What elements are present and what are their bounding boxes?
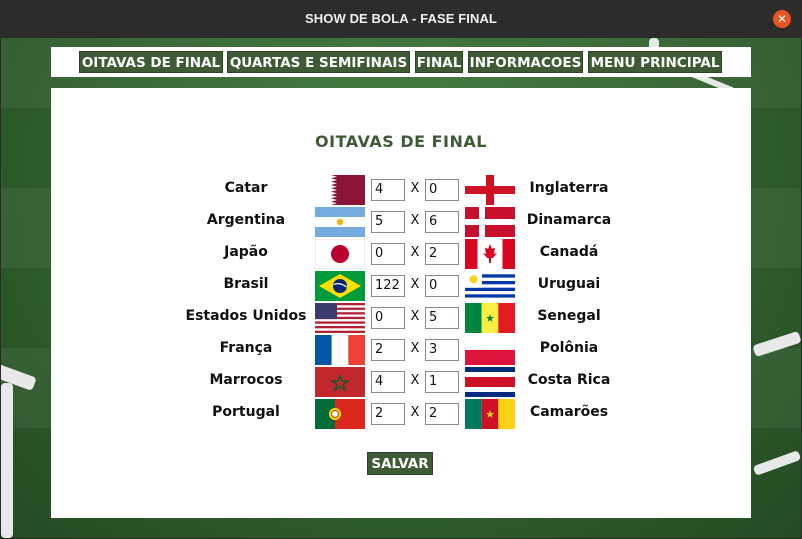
away-team-name: Inglaterra [529, 180, 609, 196]
versus-label: X [410, 405, 420, 420]
away-team-name: Costa Rica [527, 372, 611, 388]
close-icon[interactable]: ✕ [773, 10, 791, 28]
versus-label: X [410, 341, 420, 356]
away-team-name: Uruguai [537, 276, 601, 292]
brazil-flag-icon [315, 271, 365, 301]
home-score-input[interactable]: 4 [371, 371, 405, 393]
cameroon-flag-icon [465, 399, 515, 429]
away-score-input[interactable]: 2 [425, 243, 459, 265]
save-button[interactable]: SALVAR [367, 452, 433, 475]
page-title: OITAVAS DE FINAL [315, 132, 487, 151]
away-score-input[interactable]: 2 [425, 403, 459, 425]
away-team-name: Senegal [537, 308, 601, 324]
home-score-input[interactable]: 4 [371, 179, 405, 201]
main-menu: OITAVAS DE FINAL QUARTAS E SEMIFINAIS FI… [51, 47, 751, 77]
japan-flag-icon [315, 239, 365, 269]
senegal-flag-icon [465, 303, 515, 333]
away-score-input[interactable]: 0 [425, 275, 459, 297]
home-score-input[interactable]: 0 [371, 243, 405, 265]
home-score-input[interactable]: 2 [371, 403, 405, 425]
versus-label: X [410, 373, 420, 388]
england-flag-icon [465, 175, 515, 205]
morocco-flag-icon [315, 367, 365, 397]
portugal-flag-icon [315, 399, 365, 429]
away-score-input[interactable]: 1 [425, 371, 459, 393]
home-score-input[interactable]: 2 [371, 339, 405, 361]
window-title: SHOW DE BOLA - FASE FINAL [305, 11, 497, 26]
canada-flag-icon [465, 239, 515, 269]
versus-label: X [410, 245, 420, 260]
away-team-name: Camarões [529, 404, 609, 420]
menu-principal-button[interactable]: MENU PRINCIPAL [588, 51, 722, 73]
uruguay-flag-icon [465, 271, 515, 301]
away-team-name: Canadá [539, 244, 599, 260]
menu-informacoes-button[interactable]: INFORMACOES [468, 51, 583, 73]
home-score-input[interactable]: 0 [371, 307, 405, 329]
home-score-input[interactable]: 5 [371, 211, 405, 233]
costa-rica-flag-icon [465, 367, 515, 397]
match-panel: OITAVAS DE FINAL Catar 4 X 0 Inglaterra … [51, 88, 751, 518]
away-score-input[interactable]: 3 [425, 339, 459, 361]
usa-flag-icon [315, 303, 365, 333]
poland-flag-icon [465, 335, 515, 365]
versus-label: X [410, 309, 420, 324]
away-team-name: Dinamarca [526, 212, 612, 228]
away-score-input[interactable]: 6 [425, 211, 459, 233]
argentina-flag-icon [315, 207, 365, 237]
away-score-input[interactable]: 5 [425, 307, 459, 329]
menu-quartas-semifinais-button[interactable]: QUARTAS E SEMIFINAIS [227, 51, 410, 73]
versus-label: X [410, 277, 420, 292]
menu-oitavas-button[interactable]: OITAVAS DE FINAL [79, 51, 223, 73]
denmark-flag-icon [465, 207, 515, 237]
versus-label: X [410, 213, 420, 228]
qatar-flag-icon [315, 175, 365, 205]
window-titlebar: SHOW DE BOLA - FASE FINAL ✕ [0, 0, 802, 38]
away-team-name: Polônia [539, 340, 599, 356]
versus-label: X [410, 181, 420, 196]
menu-final-button[interactable]: FINAL [415, 51, 463, 73]
away-score-input[interactable]: 0 [425, 179, 459, 201]
home-score-input[interactable]: 122 [371, 275, 405, 297]
france-flag-icon [315, 335, 365, 365]
